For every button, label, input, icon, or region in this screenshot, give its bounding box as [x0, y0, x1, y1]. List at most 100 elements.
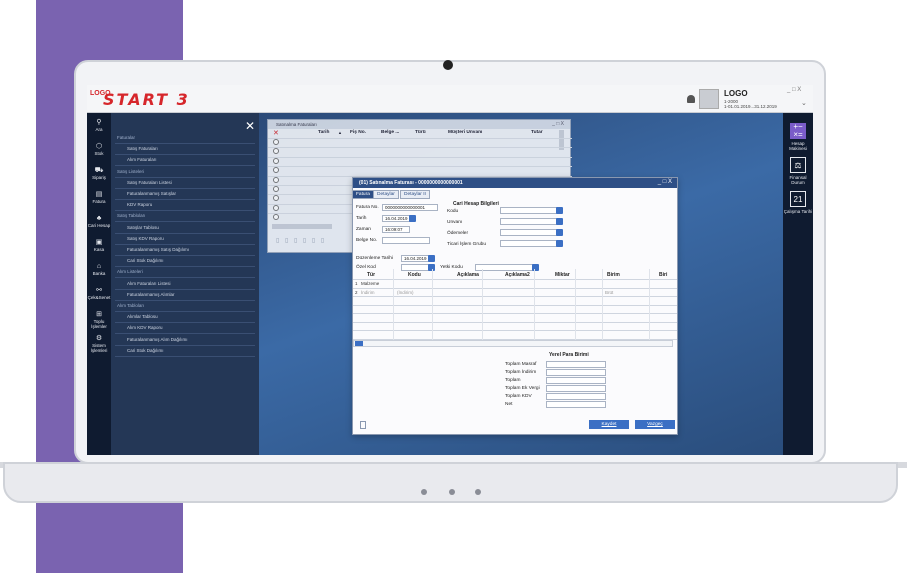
cell-type[interactable]: Malzeme — [361, 281, 379, 286]
row-select-radio[interactable] — [273, 204, 279, 211]
cell-unit[interactable]: Brüt — [605, 290, 613, 295]
scroll-thumb[interactable] — [355, 341, 363, 346]
divider — [115, 243, 255, 245]
document-no-field[interactable] — [382, 237, 430, 244]
menu-item[interactable]: Cari Stok Dağılımı — [127, 258, 164, 263]
bell-icon[interactable] — [687, 95, 695, 103]
right-rail-item-0[interactable]: +− ×= Hesap Makinesi — [783, 123, 813, 152]
row-select-radio[interactable] — [273, 148, 279, 155]
menu-item[interactable]: Faturalanmamış Satış Dağılımı — [127, 247, 189, 252]
date-field[interactable]: 16.04.2019 — [382, 215, 410, 222]
column-header-description[interactable]: Açıklama — [457, 272, 479, 278]
row-select-radio[interactable] — [273, 167, 279, 174]
window-controls[interactable]: _ □ X — [658, 179, 672, 185]
menu-item[interactable]: Satış Faturaları — [127, 146, 158, 151]
window-title-bar[interactable]: (01) Satınalma Faturası - 00000000000000… — [353, 178, 677, 188]
invoice-no-field[interactable]: 0000000000000001 — [382, 204, 438, 211]
column-header-description2[interactable]: Açıklama2 — [505, 272, 530, 278]
row-number[interactable]: 1 — [355, 281, 358, 286]
lookup-icon[interactable] — [556, 229, 563, 236]
row-number[interactable]: 2 — [355, 290, 358, 295]
lookup-icon[interactable] — [556, 207, 563, 214]
trade-group-field[interactable] — [500, 240, 558, 247]
column-header-type[interactable]: Türü — [415, 130, 426, 135]
column-header-document[interactable]: Belge ... — [381, 130, 399, 135]
rail-item-8[interactable]: ⊞ Toplu İşlemler — [87, 311, 111, 329]
rail-item-5[interactable]: ▣ Kasa — [87, 239, 111, 252]
rail-item-6[interactable]: ⌂ Banka — [87, 263, 111, 276]
menu-item[interactable]: Cari Stok Dağılımı — [127, 348, 164, 353]
menu-item[interactable]: Faturalanmamış Satışlar — [127, 191, 176, 196]
edit-date-field[interactable]: 16.04.2019 — [401, 255, 429, 262]
horizontal-scrollbar[interactable] — [272, 224, 332, 229]
row-select-radio[interactable] — [273, 139, 279, 145]
rail-item-3[interactable]: ▤ Fatura — [87, 191, 111, 204]
cari-title-field[interactable] — [500, 218, 558, 225]
tab-details-2[interactable]: Detaylar II — [400, 190, 430, 199]
menu-item[interactable]: Alım KDV Raporu — [127, 325, 163, 330]
menu-item[interactable]: Faturalanmamış Alım Dağılımı — [127, 337, 188, 342]
payments-field[interactable] — [500, 229, 558, 236]
divider — [115, 210, 255, 212]
tab-invoice[interactable]: Fatura — [352, 190, 374, 199]
horizontal-scrollbar[interactable] — [353, 340, 673, 347]
rail-item-label: Toplu İşlemler — [91, 319, 107, 329]
calendar-icon[interactable] — [409, 215, 416, 222]
rail-item-1[interactable]: ⬡ Stok — [87, 143, 111, 156]
cell-type[interactable]: İndirim — [361, 290, 375, 295]
menu-item[interactable]: Alımlar Tablosu — [127, 314, 158, 319]
time-field[interactable]: 16:09:07 — [382, 226, 410, 233]
menu-item[interactable]: Alım Faturaları Listesi — [127, 281, 171, 286]
column-header-quantity[interactable]: Miktar — [555, 272, 570, 278]
close-icon[interactable]: ✕ — [245, 119, 255, 133]
tab-details[interactable]: Detaylar — [373, 190, 399, 199]
document-icon[interactable] — [360, 421, 366, 429]
column-header-date[interactable]: Tarih — [318, 130, 329, 135]
row-select-radio[interactable] — [273, 157, 279, 164]
row-select-radio[interactable] — [273, 214, 279, 221]
window-controls[interactable]: _ □ X — [552, 121, 564, 127]
right-rail-item-2[interactable]: 21 Çalışma Tarihi — [783, 191, 813, 214]
menu-item[interactable]: KDV Raporu — [127, 202, 152, 207]
window-title-bar[interactable]: Satınalma Faturaları _ □ X — [268, 120, 570, 129]
window-controls[interactable]: _ □ X — [787, 87, 801, 93]
toolbar-icons[interactable]: ▯ ▯ ▯ ▯ ▯ ▯ — [276, 237, 326, 244]
rail-item-7[interactable]: ⚯ Çek&Senet — [87, 287, 111, 300]
lookup-icon[interactable] — [556, 240, 563, 247]
column-header-unit-price[interactable]: Biri — [659, 272, 667, 278]
chevron-down-icon[interactable]: ⌄ — [801, 99, 807, 107]
rail-item-label: Ara — [95, 127, 103, 132]
menu-item[interactable]: Satış Faturaları Listesi — [127, 180, 172, 185]
invoice-icon: ▤ — [95, 191, 103, 198]
row-select-radio[interactable] — [273, 176, 279, 183]
avatar[interactable] — [699, 89, 719, 109]
column-header-slip-no[interactable]: Fiş No. — [350, 130, 366, 135]
cell-code[interactable]: (İndirim) — [397, 290, 414, 295]
special-code-field[interactable] — [401, 264, 429, 271]
calendar-icon[interactable] — [428, 255, 435, 262]
column-header-unit[interactable]: Birim — [607, 272, 620, 278]
column-header-customer[interactable]: Müşteri Unvanı — [448, 130, 482, 135]
menu-item[interactable]: Satışlar Tablosu — [127, 225, 159, 230]
table-row — [353, 330, 677, 331]
right-rail-item-1[interactable]: ⚖ Finansal Durum — [783, 157, 813, 185]
cari-code-field[interactable] — [500, 207, 558, 214]
rail-item-4[interactable]: ♣ Cari Hesap — [87, 215, 111, 228]
column-header-type[interactable]: Tür — [367, 272, 375, 278]
column-header-code[interactable]: Kodu — [408, 272, 421, 278]
menu-item[interactable]: Alım Faturaları — [127, 157, 157, 162]
row-select-radio[interactable] — [273, 186, 279, 192]
rail-item-9[interactable]: ⚙ Sistem İşlemleri — [87, 335, 111, 353]
row-select-radio[interactable] — [273, 195, 279, 202]
auth-code-field[interactable] — [475, 264, 533, 271]
column-header-amount[interactable]: Tutar — [531, 130, 543, 135]
close-icon[interactable]: ✕ — [273, 129, 279, 137]
sort-asc-icon[interactable]: ▲ — [338, 130, 342, 135]
menu-item[interactable]: Faturalanmamış Alımlar — [127, 292, 175, 297]
rail-item-0[interactable]: ⚲ Ara — [87, 119, 111, 132]
cancel-button[interactable]: Vazgeç — [635, 420, 675, 429]
menu-item[interactable]: Satış KDV Raporu — [127, 236, 164, 241]
lookup-icon[interactable] — [556, 218, 563, 225]
rail-item-2[interactable]: ⛟ Sipariş — [87, 167, 111, 180]
save-button[interactable]: Kaydet — [589, 420, 629, 429]
